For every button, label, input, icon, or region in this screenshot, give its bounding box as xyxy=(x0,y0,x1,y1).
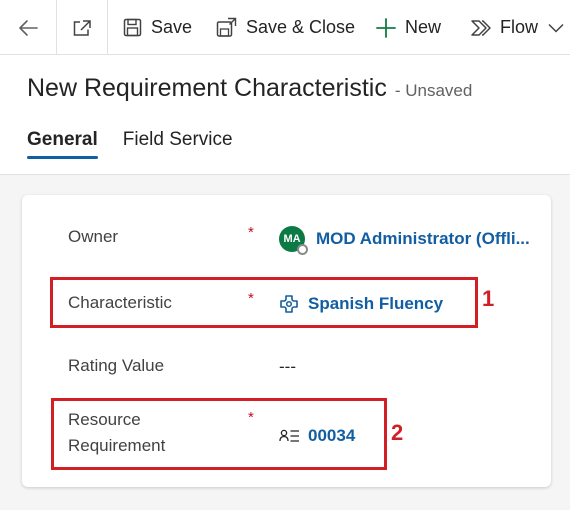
save-and-close-label: Save & Close xyxy=(246,17,356,37)
flow-label: Flow xyxy=(500,17,539,37)
plus-icon xyxy=(376,17,396,38)
new-label: New xyxy=(405,17,442,37)
page-title: New Requirement Characteristic xyxy=(27,74,387,102)
callout-number-1: 1 xyxy=(482,286,495,311)
command-bar: Save Save & Close New Flow xyxy=(0,0,570,55)
tab-general[interactable]: General xyxy=(27,129,98,163)
back-arrow-icon xyxy=(19,19,38,36)
rating-value-field[interactable]: --- xyxy=(279,357,296,377)
form-header: New Requirement Characteristic - Unsaved… xyxy=(0,55,570,175)
save-button[interactable]: Save xyxy=(123,0,192,55)
save-icon xyxy=(123,18,142,37)
owner-required-marker: * xyxy=(248,224,254,241)
back-button[interactable] xyxy=(0,0,56,55)
rating-value-empty: --- xyxy=(279,357,296,376)
save-and-close-icon xyxy=(216,17,237,37)
open-in-new-window-icon xyxy=(73,19,91,36)
owner-field[interactable]: MA MOD Administrator (Offli... xyxy=(279,226,530,255)
highlight-box-characteristic xyxy=(50,277,478,328)
avatar-initials: MA xyxy=(283,233,301,245)
flow-icon xyxy=(471,19,491,36)
unsaved-status: - Unsaved xyxy=(394,81,473,100)
new-button[interactable]: New xyxy=(376,0,441,55)
owner-label: Owner xyxy=(68,227,119,246)
chevron-down-icon xyxy=(548,23,564,33)
highlight-box-resource-requirement xyxy=(51,398,387,470)
tab-field-service[interactable]: Field Service xyxy=(123,129,233,163)
save-label: Save xyxy=(151,17,193,37)
more-commands-button[interactable] xyxy=(548,0,564,55)
avatar: MA xyxy=(279,226,308,255)
title-row: New Requirement Characteristic - Unsaved xyxy=(27,74,472,103)
tab-list: General Field Service xyxy=(27,129,258,163)
open-in-new-window-button[interactable] xyxy=(56,0,108,55)
flow-button[interactable]: Flow xyxy=(470,0,538,55)
rating-value-label: Rating Value xyxy=(68,356,165,375)
presence-status-icon xyxy=(297,244,308,255)
owner-link[interactable]: MOD Administrator (Offli... xyxy=(316,229,530,249)
callout-number-2: 2 xyxy=(391,420,404,445)
save-and-close-button[interactable]: Save & Close xyxy=(216,0,355,55)
